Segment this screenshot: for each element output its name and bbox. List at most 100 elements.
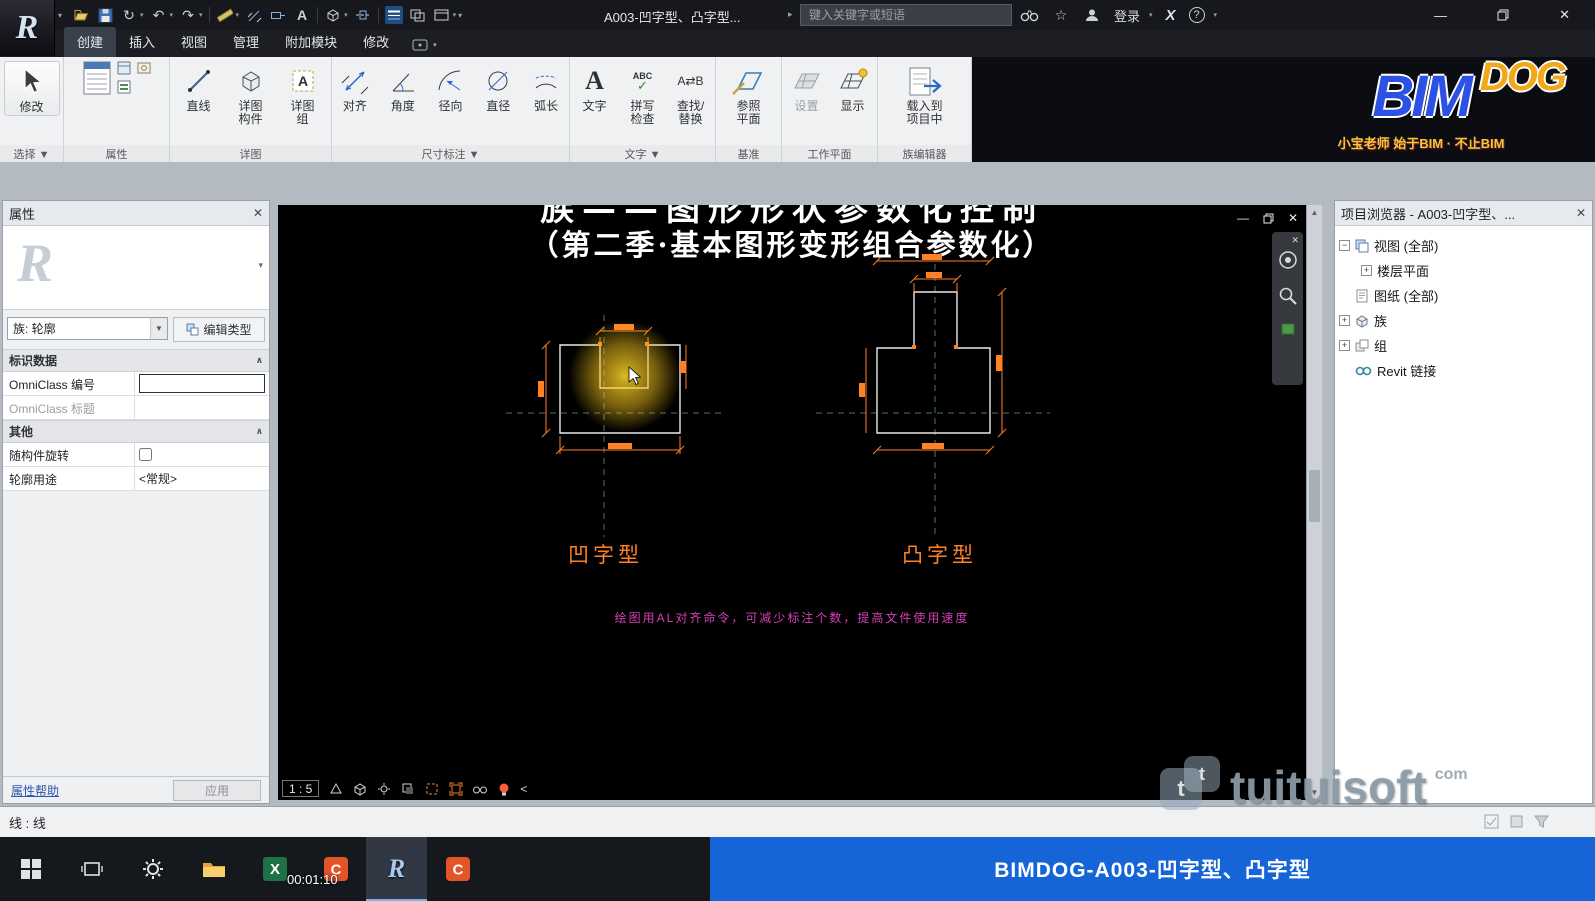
- find-replace-button[interactable]: A⇄B 查找/ 替换: [668, 61, 714, 127]
- tree-item-floor-plans[interactable]: + 楼层平面: [1339, 258, 1588, 283]
- detail-component-button[interactable]: 详图 构件: [226, 61, 276, 127]
- sync-icon[interactable]: ↻: [120, 6, 138, 24]
- edit-type-button[interactable]: 编辑类型: [173, 317, 265, 342]
- home-view-icon[interactable]: [1280, 322, 1296, 336]
- section-icon[interactable]: [354, 6, 372, 24]
- ribbon-display-toggle[interactable]: ▾: [412, 39, 437, 51]
- scroll-up-icon[interactable]: ▲: [1307, 208, 1322, 217]
- section-collapse-icon[interactable]: ∧: [256, 426, 263, 437]
- tree-item-groups[interactable]: + 组: [1339, 333, 1588, 358]
- open-file-icon[interactable]: [72, 6, 90, 24]
- exchange-apps-icon[interactable]: X: [1166, 7, 1176, 24]
- line-button[interactable]: 直线: [174, 61, 224, 114]
- user-icon[interactable]: [1083, 6, 1101, 24]
- tab-manage[interactable]: 管理: [220, 27, 272, 57]
- default-3d-view-icon[interactable]: [324, 6, 342, 24]
- visibility-settings-icon[interactable]: [136, 60, 152, 76]
- modify-button[interactable]: 修改: [4, 61, 60, 116]
- show-crop-region-icon[interactable]: [448, 781, 463, 796]
- search-binoculars-icon[interactable]: [1020, 6, 1039, 24]
- start-button[interactable]: [0, 837, 61, 901]
- maximize-button[interactable]: [1497, 9, 1509, 21]
- text-group-label[interactable]: 文字 ▼: [570, 145, 715, 162]
- thin-lines-icon[interactable]: [385, 6, 403, 24]
- type-preview[interactable]: R ▾: [3, 226, 269, 310]
- arc-length-dim-button[interactable]: 弧长: [523, 61, 569, 114]
- close-hidden-windows-icon[interactable]: [409, 6, 427, 24]
- tab-create[interactable]: 创建: [64, 27, 116, 57]
- tab-addins[interactable]: 附加模块: [272, 27, 350, 57]
- family-selector-dropdown[interactable]: 族: 轮廓 ▼: [7, 317, 168, 340]
- tab-modify[interactable]: 修改: [350, 27, 402, 57]
- undo-icon[interactable]: ↶: [150, 6, 168, 24]
- view-close-icon[interactable]: ✕: [1288, 211, 1298, 225]
- file-explorer-button[interactable]: [183, 837, 244, 901]
- login-caret-icon[interactable]: ▾: [1149, 11, 1153, 19]
- settings-button[interactable]: [122, 837, 183, 901]
- shape-convex[interactable]: [877, 292, 990, 433]
- login-button[interactable]: 登录: [1114, 6, 1140, 25]
- tab-view[interactable]: 视图: [168, 27, 220, 57]
- tree-item-views[interactable]: − 视图 (全部): [1339, 233, 1588, 258]
- exclude-options-icon[interactable]: [1509, 814, 1524, 829]
- apply-button[interactable]: 应用: [173, 780, 261, 801]
- detail-group-button[interactable]: A 详图 组: [278, 61, 328, 127]
- collapse-expander-icon[interactable]: −: [1339, 240, 1350, 251]
- omniclass-number-input[interactable]: [139, 374, 265, 393]
- recorder-app-button-2[interactable]: C: [427, 837, 488, 901]
- text-tool-icon[interactable]: A: [293, 6, 311, 24]
- family-types-icon[interactable]: [116, 79, 132, 95]
- help-search-input[interactable]: [800, 4, 1012, 26]
- spell-check-button[interactable]: ABC✓ 拼写 检查: [620, 61, 666, 127]
- application-menu-caret-icon[interactable]: ▾: [58, 11, 62, 20]
- help-icon[interactable]: ?: [1189, 7, 1205, 23]
- expand-expander-icon[interactable]: +: [1361, 265, 1372, 276]
- title-caret-icon[interactable]: ▸: [788, 9, 793, 20]
- diameter-dim-button[interactable]: 直径: [475, 61, 521, 114]
- filter-icon[interactable]: [1534, 814, 1549, 829]
- view-minimize-icon[interactable]: —: [1237, 211, 1249, 225]
- sync-caret-icon[interactable]: ▾: [140, 11, 144, 19]
- redo-icon[interactable]: ↷: [179, 6, 197, 24]
- identity-data-section[interactable]: 标识数据: [9, 352, 57, 369]
- close-button[interactable]: ✕: [1559, 7, 1570, 23]
- view-restore-icon[interactable]: [1263, 213, 1274, 224]
- task-view-button[interactable]: [61, 837, 122, 901]
- shadows-icon[interactable]: [400, 781, 415, 796]
- tree-item-sheets[interactable]: 图纸 (全部): [1339, 283, 1588, 308]
- profile-usage-value[interactable]: <常规>: [135, 467, 269, 490]
- favorites-star-icon[interactable]: ☆: [1052, 6, 1070, 24]
- scale-button[interactable]: 1 : 5: [282, 780, 319, 797]
- properties-palette-icon[interactable]: [82, 60, 112, 96]
- scrollbar-thumb[interactable]: [1309, 470, 1320, 522]
- navbar-close-icon[interactable]: ✕: [1291, 235, 1299, 246]
- sun-path-icon[interactable]: [376, 781, 391, 796]
- properties-help-link[interactable]: 属性帮助: [11, 782, 59, 799]
- expand-expander-icon[interactable]: +: [1339, 340, 1350, 351]
- canvas-vertical-scrollbar[interactable]: ▲ ▼: [1306, 205, 1322, 800]
- other-section[interactable]: 其他: [9, 423, 33, 440]
- aligned-dim-button[interactable]: 对齐: [332, 61, 378, 114]
- aligned-dimension-icon[interactable]: [245, 6, 263, 24]
- detail-level-icon[interactable]: [328, 781, 343, 796]
- 3d-view-caret-icon[interactable]: ▾: [344, 11, 348, 19]
- tag-icon[interactable]: [269, 6, 287, 24]
- help-caret-icon[interactable]: ▾: [1214, 11, 1218, 19]
- switch-windows-icon[interactable]: [433, 6, 451, 24]
- switch-windows-caret-icon[interactable]: ▾: [453, 11, 457, 19]
- tree-item-families[interactable]: + 族: [1339, 308, 1588, 333]
- expand-expander-icon[interactable]: +: [1339, 315, 1350, 326]
- tree-item-revit-links[interactable]: Revit 链接: [1339, 358, 1588, 383]
- customize-qat-icon[interactable]: ▾: [458, 11, 462, 20]
- rotate-with-component-checkbox[interactable]: [139, 448, 152, 461]
- dimension-group-label[interactable]: 尺寸标注 ▼: [332, 145, 569, 162]
- type-selector-caret-icon[interactable]: ▾: [258, 260, 263, 271]
- save-icon[interactable]: [96, 6, 114, 24]
- measure-caret-icon[interactable]: ▾: [236, 11, 240, 19]
- text-button[interactable]: A 文字: [572, 61, 618, 114]
- load-into-project-button[interactable]: 载入到 项目中: [894, 61, 956, 127]
- section-collapse-icon[interactable]: ∧: [256, 355, 263, 366]
- radial-dim-button[interactable]: 径向: [428, 61, 474, 114]
- scroll-down-icon[interactable]: ▼: [1307, 788, 1322, 797]
- show-workplane-button[interactable]: 显示: [831, 61, 875, 114]
